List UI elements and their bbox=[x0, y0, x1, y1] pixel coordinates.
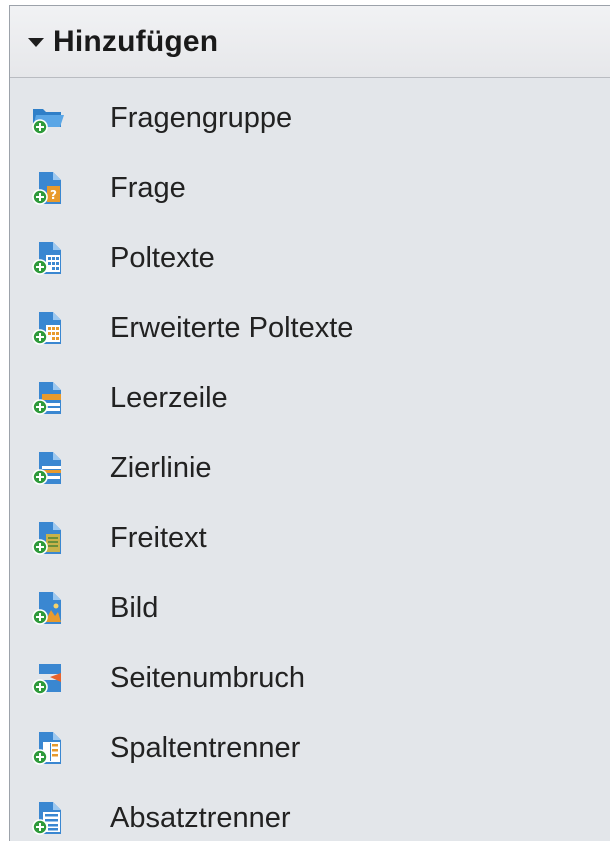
add-items-list: Fragengruppe ? Frage Poltexte Erweiterte… bbox=[10, 83, 610, 841]
item-label: Fragengruppe bbox=[110, 101, 293, 134]
add-image-icon bbox=[30, 590, 66, 626]
item-label: Bild bbox=[110, 591, 159, 624]
item-label: Poltexte bbox=[110, 241, 215, 274]
add-item-poltexte[interactable]: Poltexte bbox=[10, 223, 610, 293]
add-item-seitenumbruch[interactable]: Seitenumbruch bbox=[10, 643, 610, 713]
add-item-spaltentrenner[interactable]: Spaltentrenner bbox=[10, 713, 610, 783]
panel-title: Hinzufügen bbox=[53, 24, 219, 58]
add-paragraph-separator-icon bbox=[30, 800, 66, 836]
add-question-icon: ? bbox=[30, 170, 66, 206]
add-free-text-icon bbox=[30, 520, 66, 556]
svg-text:?: ? bbox=[50, 188, 57, 202]
item-label: Spaltentrenner bbox=[110, 731, 301, 764]
add-blank-line-icon bbox=[30, 380, 66, 416]
add-item-bild[interactable]: Bild bbox=[10, 573, 610, 643]
panel-header[interactable]: Hinzufügen bbox=[10, 6, 610, 78]
item-label: Absatztrenner bbox=[110, 801, 291, 834]
add-poltexte-icon bbox=[30, 240, 66, 276]
add-panel: Hinzufügen Fragengruppe ? Frage Poltexte… bbox=[9, 5, 610, 841]
add-column-separator-icon bbox=[30, 730, 66, 766]
add-folder-icon bbox=[30, 100, 66, 136]
item-label: Erweiterte Poltexte bbox=[110, 311, 354, 344]
add-decorative-line-icon bbox=[30, 450, 66, 486]
add-page-break-icon bbox=[30, 660, 66, 696]
add-item-leerzeile[interactable]: Leerzeile bbox=[10, 363, 610, 433]
item-label: Seitenumbruch bbox=[110, 661, 306, 694]
item-label: Leerzeile bbox=[110, 381, 228, 414]
item-label: Zierlinie bbox=[110, 451, 212, 484]
caret-down-icon[interactable] bbox=[28, 38, 44, 47]
item-label: Frage bbox=[110, 171, 186, 204]
item-label: Freitext bbox=[110, 521, 207, 554]
add-item-frage[interactable]: ? Frage bbox=[10, 153, 610, 223]
add-extended-poltexte-icon bbox=[30, 310, 66, 346]
add-item-erweiterte-poltexte[interactable]: Erweiterte Poltexte bbox=[10, 293, 610, 363]
add-item-freitext[interactable]: Freitext bbox=[10, 503, 610, 573]
add-item-fragengruppe[interactable]: Fragengruppe bbox=[10, 83, 610, 153]
add-item-absatztrenner[interactable]: Absatztrenner bbox=[10, 783, 610, 841]
add-item-zierlinie[interactable]: Zierlinie bbox=[10, 433, 610, 503]
